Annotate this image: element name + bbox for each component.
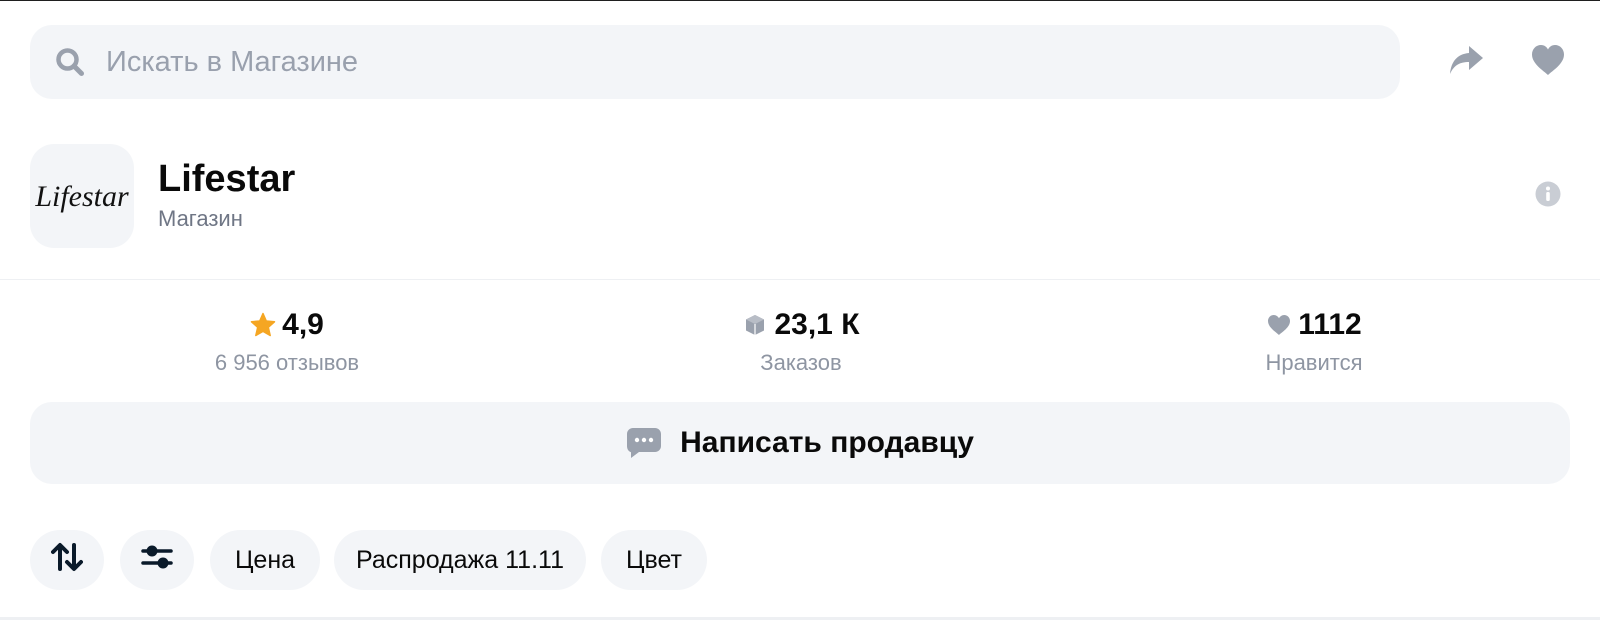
info-button[interactable] — [1534, 181, 1562, 212]
sort-arrows-icon — [51, 542, 83, 579]
sort-button[interactable] — [30, 530, 104, 590]
filter-chip-color[interactable]: Цвет — [601, 530, 707, 590]
top-border — [0, 0, 1600, 1]
write-seller-button[interactable]: Написать продавцу — [30, 402, 1570, 484]
shop-type: Магазин — [158, 206, 243, 231]
shop-logo: Lifestar — [30, 144, 134, 248]
favorite-button[interactable] — [1528, 42, 1568, 82]
likes-label: Нравится — [1265, 350, 1363, 375]
orders-label: Заказов — [760, 350, 842, 375]
stat-orders: 23,1 К Заказов — [651, 306, 951, 376]
stat-likes: 1112 Нравится — [1164, 306, 1464, 376]
rating-value: 4,9 — [282, 308, 324, 341]
filter-button[interactable] — [120, 530, 194, 590]
share-button[interactable] — [1446, 42, 1486, 82]
heart-icon — [1266, 312, 1292, 338]
likes-value: 1112 — [1298, 308, 1362, 341]
write-seller-label: Написать продавцу — [680, 426, 974, 459]
section-divider — [0, 279, 1600, 280]
stat-rating[interactable]: 4,9 6 956 отзывов — [137, 306, 437, 376]
filter-chip-sale[interactable]: Распродажа 11.11 — [334, 530, 586, 590]
share-arrow-icon — [1448, 44, 1484, 81]
orders-value: 23,1 К — [774, 308, 860, 341]
search-bar[interactable] — [30, 25, 1400, 99]
search-input[interactable] — [106, 45, 1306, 79]
reviews-count: 6 956 отзывов — [214, 350, 360, 375]
info-icon — [1535, 181, 1561, 212]
sliders-icon — [141, 542, 173, 579]
svg-text:Lifestar: Lifestar — [34, 180, 129, 213]
search-icon — [54, 46, 86, 78]
filter-chip-price[interactable]: Цена — [210, 530, 320, 590]
shop-name: Lifestar — [158, 158, 296, 200]
heart-icon — [1530, 44, 1566, 81]
chat-icon — [626, 425, 662, 461]
box-icon — [742, 312, 768, 338]
star-icon — [250, 312, 276, 338]
